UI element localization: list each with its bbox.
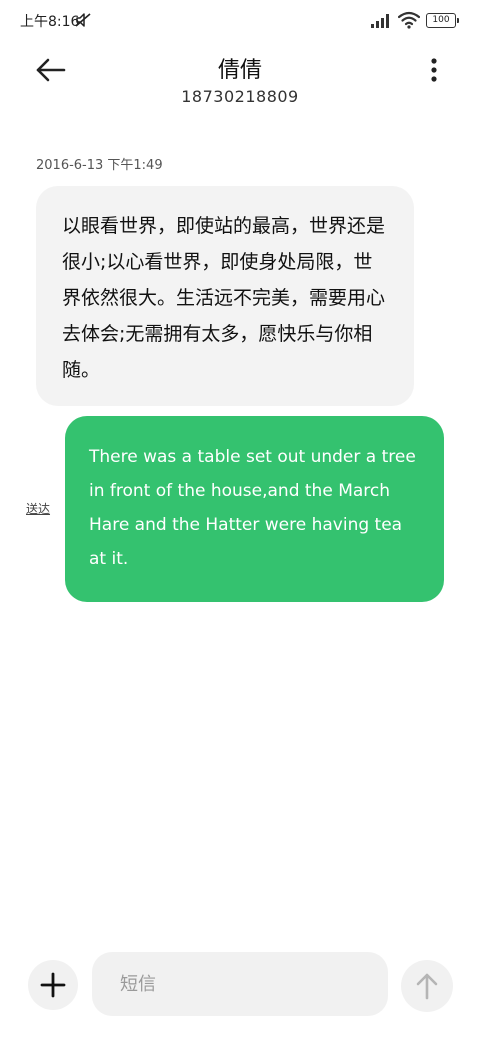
contact-number: 18730218809 (181, 87, 299, 106)
mute-icon (74, 12, 92, 28)
more-vertical-icon (431, 58, 437, 82)
battery-icon: 100 (426, 13, 459, 28)
more-options-button[interactable] (420, 54, 448, 86)
conversation-header: 倩倩 18730218809 (0, 42, 480, 122)
incoming-message-text: 以眼看世界，即使站的最高，世界还是很小;以心看世界，即使身处局限，世界依然很大。… (62, 215, 386, 381)
message-input[interactable] (92, 952, 388, 1016)
message-timestamp: 2016-6-13 下午1:49 (36, 158, 163, 173)
contact-name: 倩倩 (217, 58, 262, 83)
add-attachment-button[interactable] (28, 960, 78, 1010)
outgoing-message-bubble[interactable]: There was a table set out under a tree i… (65, 416, 444, 602)
delivery-status: 送达 (26, 502, 51, 516)
incoming-message-bubble[interactable]: 以眼看世界，即使站的最高，世界还是很小;以心看世界，即使身处局限，世界依然很大。… (36, 186, 414, 406)
wifi-icon (398, 11, 420, 29)
status-bar: 上午8:16 100 (0, 0, 480, 42)
plus-icon (40, 972, 66, 998)
sms-conversation-screen: 上午8:16 100 倩倩 18730218809 2016-6-13 下午1:… (0, 0, 480, 1040)
send-button[interactable] (401, 960, 453, 1012)
status-time: 上午8:16 (20, 14, 80, 30)
outgoing-message-text: There was a table set out under a tree i… (89, 447, 416, 569)
send-arrow-icon (416, 973, 438, 1000)
signal-icon (370, 13, 392, 29)
